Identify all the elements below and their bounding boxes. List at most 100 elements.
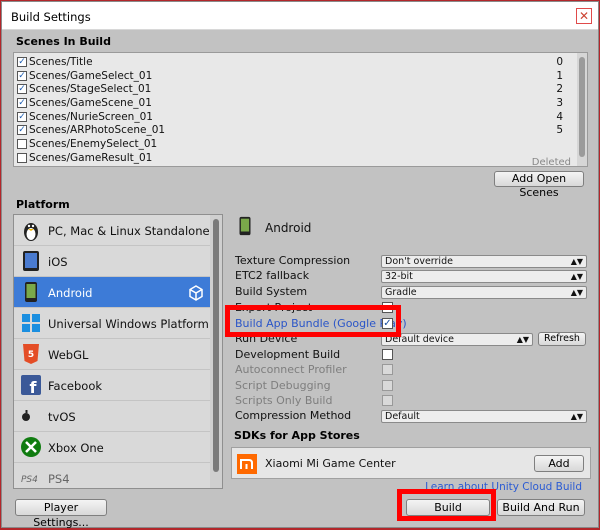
xbox-icon [21,437,41,457]
export-project-label: Export Project [235,301,313,314]
add-sdk-button[interactable]: Add [534,455,584,472]
ps4-icon: PS4 [21,475,38,485]
scene-row[interactable]: ✓ Scenes/GameScene_01 3 [14,96,575,110]
android-icon [25,282,37,302]
dropdown-arrow-icon: ▲▼ [570,257,583,266]
platform-label: iOS [48,255,68,269]
html5-icon: 5 [23,344,39,364]
scene-row[interactable]: Scenes/EnemySelect_01 [14,137,575,151]
add-open-scenes-button[interactable]: Add Open Scenes [494,171,584,199]
build-and-run-button[interactable]: Build And Run [497,499,585,516]
scene-index: 1 [556,69,563,82]
sdk-list: Xiaomi Mi Game Center Add [231,447,591,479]
penguin-icon [24,223,38,241]
platform-label: WebGL [48,348,89,362]
etc2-fallback-label: ETC2 fallback [235,269,310,282]
platform-label: Universal Windows Platform [48,317,209,331]
scene-name: Scenes/EnemySelect_01 [29,138,158,151]
svg-text:PS4: PS4 [21,475,38,485]
autoconnect-profiler-label: Autoconnect Profiler [235,363,347,376]
refresh-button[interactable]: Refresh [538,332,586,346]
compression-method-label: Compression Method [235,409,352,422]
platform-item-android[interactable]: Android [14,277,210,308]
scene-checkbox[interactable] [17,139,27,150]
platform-item-webgl[interactable]: 5 WebGL [14,339,210,370]
scene-index: 5 [556,124,563,137]
platform-label: tvOS [48,410,76,424]
build-system-label: Build System [235,285,308,298]
svg-text:5: 5 [28,350,34,360]
scene-checkbox[interactable]: ✓ [17,111,27,122]
scene-name: Scenes/GameScene_01 [29,97,152,110]
scene-name: Scenes/GameResult_01 [29,151,153,164]
platform-header: Platform [16,198,70,211]
scene-row[interactable]: ✓ Scenes/Title 0 [14,55,575,69]
scene-row[interactable]: Scenes/GameResult_01 [14,151,575,165]
platform-item-uwp[interactable]: Universal Windows Platform [14,308,210,339]
build-app-bundle-label: Build App Bundle (Google Play) [235,317,407,330]
platform-scrollbar[interactable] [210,215,222,488]
svg-text:f: f [30,378,38,397]
platform-label: Android [48,286,93,300]
platform-label: Facebook [48,379,103,393]
ios-device-icon [23,251,39,271]
platform-label: Xbox One [48,441,104,455]
platform-label: PC, Mac & Linux Standalone [48,224,210,238]
sdks-header: SDKs for App Stores [234,429,360,442]
scene-checkbox[interactable] [17,152,27,163]
run-device-dropdown[interactable]: Default device ▲▼ [381,333,533,346]
texture-compression-label: Texture Compression [235,254,351,267]
xiaomi-logo-icon [237,454,257,474]
player-settings-button[interactable]: Player Settings... [15,499,107,529]
scene-checkbox[interactable]: ✓ [17,57,27,67]
texture-compression-value: Don't override [385,256,453,267]
scene-checkbox[interactable]: ✓ [17,98,27,109]
development-build-label: Development Build [235,348,341,361]
scene-name: Scenes/NurieScreen_01 [29,110,153,123]
scenes-list: ✓ Scenes/Title 0 ✓ Scenes/GameSelect_01 1 ✓ Sce… [13,52,588,167]
android-icon [239,216,251,236]
scripts-only-build-label: Scripts Only Build [235,394,333,407]
platform-item-ios[interactable]: iOS [14,246,210,277]
platform-label: PS4 [48,472,70,486]
title-bar: Build Settings ✕ [2,2,598,30]
scene-row[interactable]: ✓ Scenes/NurieScreen_01 4 [14,110,575,124]
scene-checkbox[interactable]: ✓ [17,84,27,95]
build-system-value: Gradle [385,287,417,298]
window-title: Build Settings [11,10,91,24]
build-system-dropdown[interactable]: Gradle ▲▼ [381,286,587,299]
appletv-icon [22,410,30,421]
scene-index: 4 [556,110,563,123]
scripts-only-build-checkbox [382,395,393,406]
platform-list: PC, Mac & Linux Standalone iOS Android U… [13,214,223,489]
build-app-bundle-checkbox[interactable]: ✓ [382,318,393,329]
texture-compression-dropdown[interactable]: Don't override ▲▼ [381,255,587,268]
development-build-checkbox[interactable] [382,349,393,360]
platform-settings-title: Android [265,221,312,235]
compression-method-dropdown[interactable]: Default ▲▼ [381,410,587,423]
dropdown-arrow-icon: ▲▼ [570,272,583,281]
close-icon[interactable]: ✕ [576,8,592,24]
scene-index: 3 [556,97,563,110]
script-debugging-checkbox [382,380,393,391]
scene-name: Scenes/GameSelect_01 [29,69,153,82]
build-button[interactable]: Build [406,499,490,516]
platform-item-ps4[interactable]: PS4 PS4 [14,463,210,488]
unity-cloud-build-link[interactable]: Learn about Unity Cloud Build [425,481,582,493]
platform-item-standalone[interactable]: PC, Mac & Linux Standalone [14,215,210,246]
scene-name: Scenes/ARPhotoScene_01 [29,124,166,137]
scene-row[interactable]: ✓ Scenes/ARPhotoScene_01 5 [14,123,575,137]
export-project-checkbox[interactable] [382,302,393,313]
script-debugging-label: Script Debugging [235,379,331,392]
scene-row[interactable]: ✓ Scenes/GameSelect_01 1 [14,69,575,83]
scene-name: Scenes/Title [29,56,93,68]
scenes-scrollbar[interactable] [577,53,587,166]
platform-item-facebook[interactable]: f Facebook [14,370,210,401]
scene-checkbox[interactable]: ✓ [17,125,27,136]
etc2-fallback-dropdown[interactable]: 32-bit ▲▼ [381,270,587,283]
scene-row[interactable]: ✓ Scenes/StageSelect_01 2 [14,82,575,96]
platform-item-tvos[interactable]: tvOS [14,401,210,432]
scene-checkbox[interactable]: ✓ [17,70,27,81]
platform-item-xbox[interactable]: Xbox One [14,432,210,463]
dropdown-arrow-icon: ▲▼ [570,288,583,297]
